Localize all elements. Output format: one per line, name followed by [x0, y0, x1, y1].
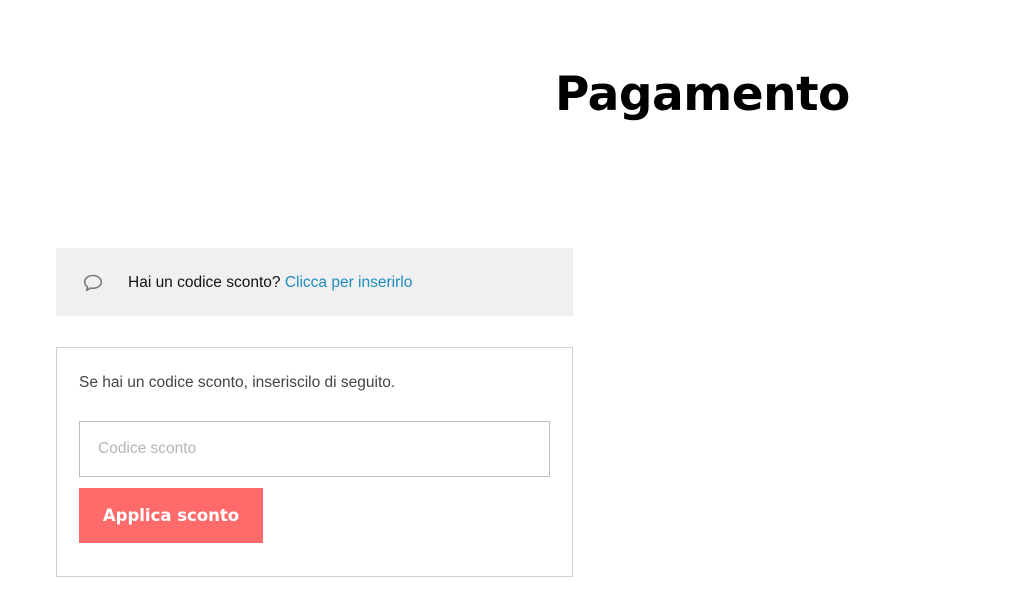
page-title: Pagamento [555, 67, 850, 122]
apply-coupon-button[interactable]: Applica sconto [79, 488, 263, 543]
coupon-description: Se hai un codice sconto, inseriscilo di … [79, 374, 396, 391]
speech-bubble-icon [82, 273, 104, 293]
coupon-question: Hai un codice sconto? [128, 274, 281, 291]
coupon-code-input[interactable] [79, 421, 550, 477]
coupon-notice-text: Hai un codice sconto? Clicca per inserir… [128, 273, 412, 293]
checkout-page: Pagamento Hai un codice sconto? Clicca p… [0, 0, 1024, 611]
show-coupon-link[interactable]: Clicca per inserirlo [285, 274, 412, 291]
